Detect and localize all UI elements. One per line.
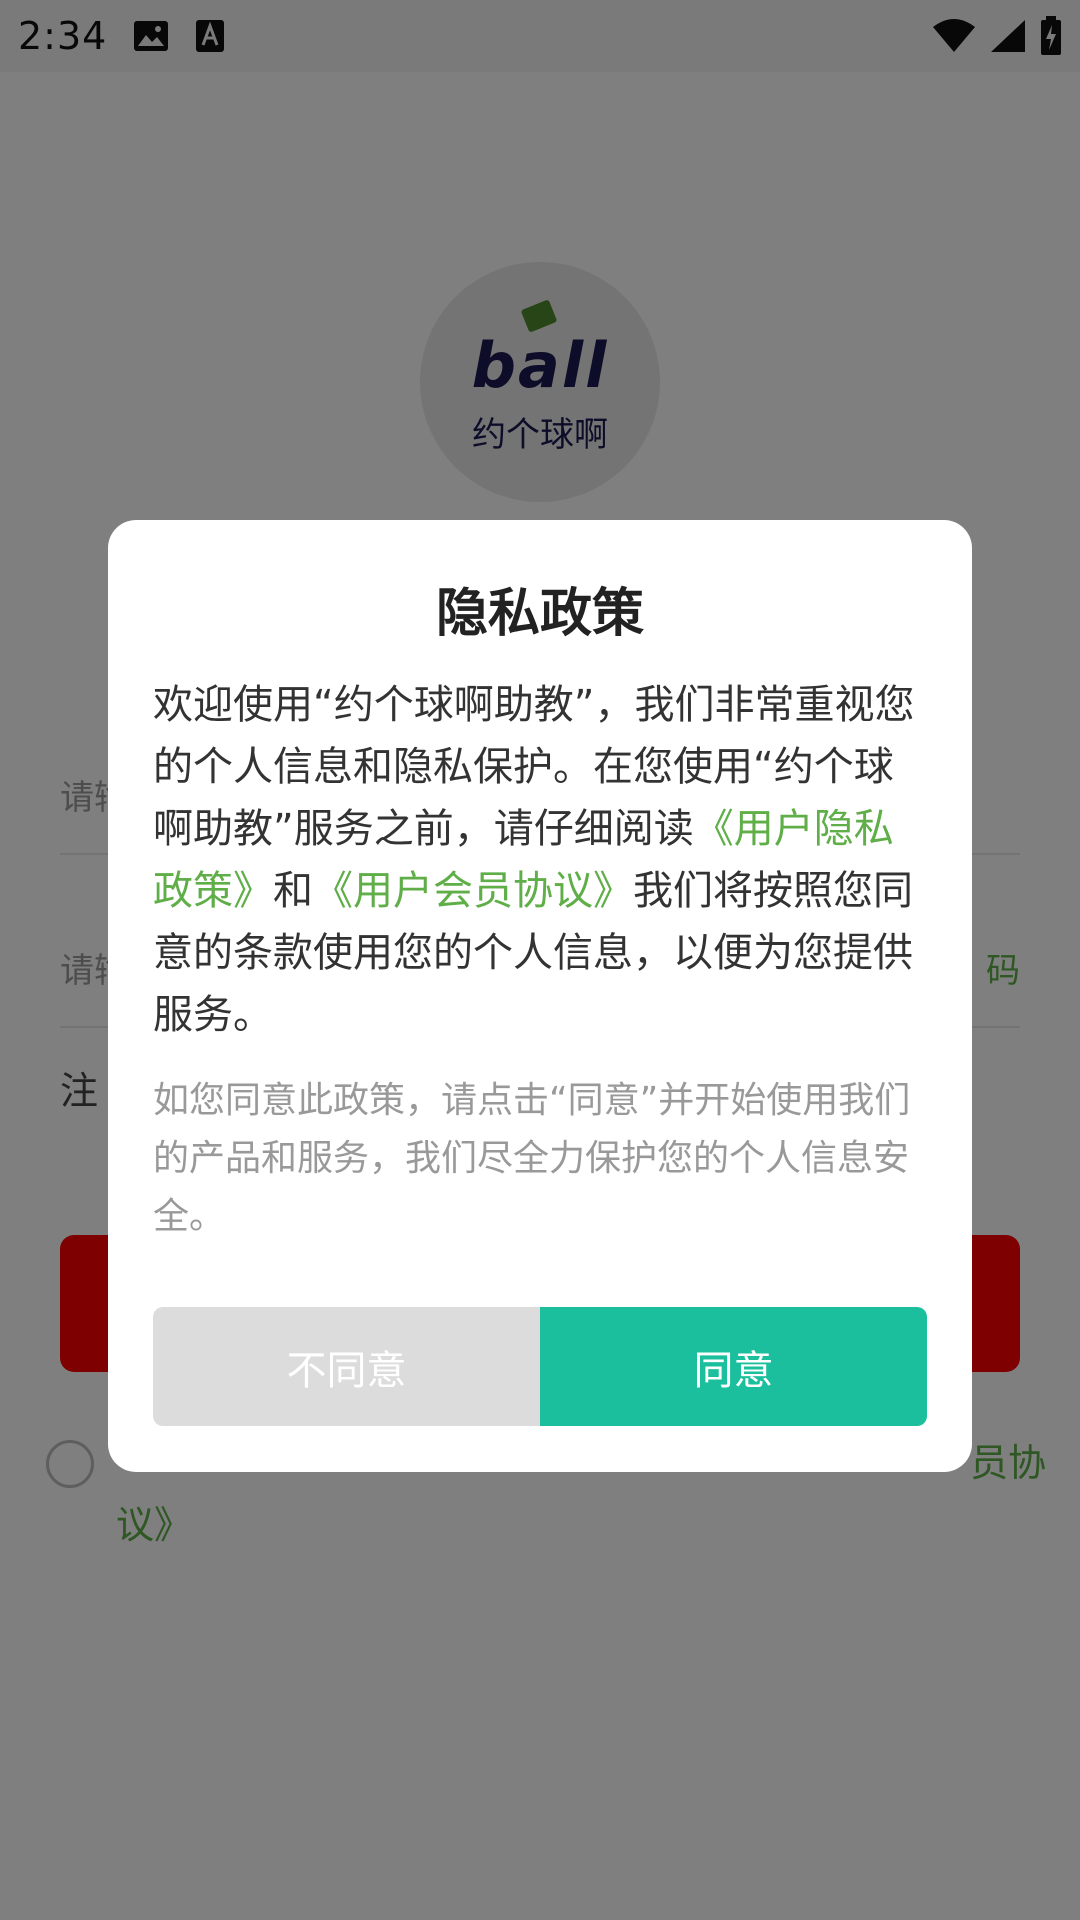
dialog-title: 隐私政策 [435, 584, 644, 644]
disagree-button[interactable]: 不同意 [153, 1307, 540, 1426]
member-agreement-link[interactable]: 《用户会员协议》 [313, 868, 633, 914]
privacy-dialog: 隐私政策 欢迎使用“约个球啊助教”，我们非常重视您的个人信息和隐私保护。在您使用… [108, 520, 972, 1472]
dialog-body-and: 和 [273, 868, 313, 914]
agree-button[interactable]: 同意 [540, 1307, 927, 1426]
dialog-hint: 如您同意此政策，请点击“同意”并开始使用我们的产品和服务，我们尽全力保护您的个人… [153, 1080, 911, 1237]
dialog-body: 欢迎使用“约个球啊助教”，我们非常重视您的个人信息和隐私保护。在您使用“约个球啊… [153, 674, 927, 1046]
screen: 2:34 ball 约个球啊 请输 请输 [0, 0, 1080, 1920]
dialog-buttons: 不同意 同意 [153, 1307, 927, 1426]
